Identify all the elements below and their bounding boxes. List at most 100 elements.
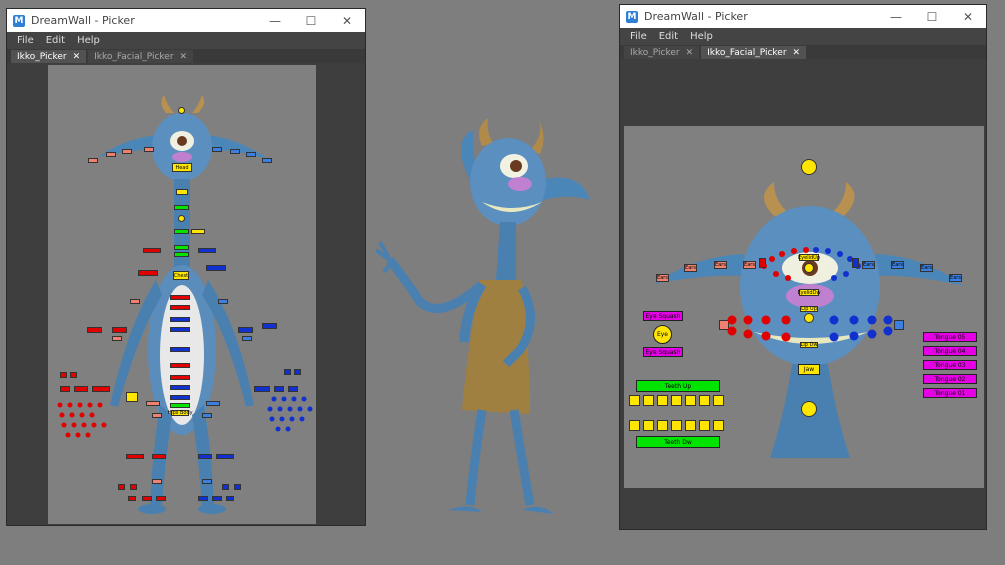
hand-r-d[interactable] xyxy=(274,386,284,392)
tooth-up-7[interactable] xyxy=(713,395,724,406)
elbow-r-fk[interactable] xyxy=(238,327,253,333)
shin-r[interactable] xyxy=(202,479,212,484)
head-control[interactable]: Head xyxy=(172,163,192,172)
hand-l-b[interactable] xyxy=(70,372,77,378)
chin-control[interactable] xyxy=(801,401,817,417)
tooth-dw-6[interactable] xyxy=(699,420,710,431)
ear-r-1[interactable] xyxy=(212,147,222,152)
toe-r-2[interactable] xyxy=(212,496,222,501)
tab-ikko-picker[interactable]: Ikko_Picker ✕ xyxy=(11,50,87,63)
tooth-dw-7[interactable] xyxy=(713,420,724,431)
close-icon[interactable]: ✕ xyxy=(329,9,365,32)
neck-mid-control[interactable] xyxy=(178,215,185,222)
menu-file[interactable]: File xyxy=(630,31,647,42)
maximize-icon[interactable]: ☐ xyxy=(293,9,329,32)
menu-edit[interactable]: Edit xyxy=(659,31,678,42)
toe-r-1[interactable] xyxy=(198,496,208,501)
tooth-dw-2[interactable] xyxy=(643,420,654,431)
eye-squash-top-button[interactable]: Eye Squash xyxy=(643,311,683,321)
finger-controls-right[interactable] xyxy=(262,395,322,435)
toe-l-2[interactable] xyxy=(142,496,152,501)
spine-control-9[interactable] xyxy=(170,395,190,400)
ear-l-2[interactable] xyxy=(106,152,116,157)
tooth-dw-3[interactable] xyxy=(657,420,668,431)
ear-button-l2[interactable]: Ears xyxy=(684,264,697,272)
ear-r-3[interactable] xyxy=(246,152,256,157)
neck-ik-control[interactable] xyxy=(174,229,189,234)
tongue-01-button[interactable]: Tongue 01 xyxy=(923,388,977,398)
knee-l[interactable] xyxy=(126,454,144,459)
body-picker-canvas[interactable]: Head Chest Hips Body xyxy=(48,65,316,524)
minimize-icon[interactable]: — xyxy=(878,5,914,28)
teeth-up-button[interactable]: Teeth Up xyxy=(636,380,720,392)
hand-r-b[interactable] xyxy=(294,369,301,375)
leg-l-1[interactable] xyxy=(152,413,162,418)
hand-r-e[interactable] xyxy=(288,386,298,392)
ear-l-1[interactable] xyxy=(88,158,98,163)
head-top-control[interactable] xyxy=(178,107,185,114)
cog-control[interactable] xyxy=(126,392,138,402)
tooth-up-4[interactable] xyxy=(671,395,682,406)
ear-button-r4[interactable]: Ears xyxy=(949,274,962,282)
shoulder-l[interactable] xyxy=(138,270,158,276)
ear-button-r2[interactable]: Ears xyxy=(891,261,904,269)
tab-close-icon[interactable]: ✕ xyxy=(686,48,694,58)
spine-control-7[interactable] xyxy=(170,375,190,380)
neck-fk-control[interactable] xyxy=(174,205,189,210)
eye-squash-bottom-button[interactable]: Eye Squash xyxy=(643,347,683,357)
finger-controls-left[interactable] xyxy=(56,401,116,441)
spine-control-2[interactable] xyxy=(170,305,190,310)
arm-l-1[interactable] xyxy=(130,299,140,304)
knee-r[interactable] xyxy=(198,454,212,459)
maximize-icon[interactable]: ☐ xyxy=(914,5,950,28)
menu-file[interactable]: File xyxy=(17,35,34,46)
facial-picker-canvas[interactable]: Ears Ears Ears Ears Ears Ears Ears Ears … xyxy=(624,126,984,488)
neck-control[interactable] xyxy=(176,189,188,195)
menu-help[interactable]: Help xyxy=(77,35,100,46)
hand-l-c[interactable] xyxy=(60,386,70,392)
tongue-02-button[interactable]: Tongue 02 xyxy=(923,374,977,384)
title-bar[interactable]: M DreamWall - Picker — ☐ ✕ xyxy=(7,9,365,32)
hips-ik-control[interactable] xyxy=(170,403,190,408)
spine-control-1[interactable] xyxy=(170,295,190,300)
elbow-l-fk[interactable] xyxy=(112,327,127,333)
head-top-control[interactable] xyxy=(801,159,817,175)
hips-body-control[interactable]: Hips Body xyxy=(167,410,193,416)
tab-ikko-facial-picker[interactable]: Ikko_Facial_Picker ✕ xyxy=(701,46,807,59)
hand-l-a[interactable] xyxy=(60,372,67,378)
ear-button-l3[interactable]: Ears xyxy=(714,261,727,269)
eyelid-dw-control[interactable]: EyelidDw xyxy=(797,289,821,296)
spine-control-6[interactable] xyxy=(170,363,190,368)
eye-corner-left-control[interactable] xyxy=(759,258,766,268)
knee-r-2[interactable] xyxy=(216,454,234,459)
hand-l-e[interactable] xyxy=(92,386,110,392)
jaw-control[interactable]: Jaw xyxy=(798,364,820,375)
clavicle-l[interactable] xyxy=(143,248,161,253)
tab-close-icon[interactable]: ✕ xyxy=(73,52,81,62)
chest-control[interactable]: Chest xyxy=(173,271,189,280)
neck-base-control-2[interactable] xyxy=(174,252,189,257)
tab-ikko-facial-picker[interactable]: Ikko_Facial_Picker ✕ xyxy=(88,50,194,63)
shoulder-r[interactable] xyxy=(206,265,226,271)
tooth-up-6[interactable] xyxy=(699,395,710,406)
tooth-dw-4[interactable] xyxy=(671,420,682,431)
hand-r-a[interactable] xyxy=(284,369,291,375)
forearm-l[interactable] xyxy=(112,336,122,341)
ear-button-r3[interactable]: Ears xyxy=(920,264,933,272)
neck-base-control[interactable] xyxy=(174,245,189,250)
foot-r-b[interactable] xyxy=(234,484,241,490)
tooth-up-1[interactable] xyxy=(629,395,640,406)
leg-r-1[interactable] xyxy=(202,413,212,418)
eye-button[interactable]: Eye xyxy=(653,325,672,344)
minimize-icon[interactable]: — xyxy=(257,9,293,32)
neck-ik-switch-control[interactable] xyxy=(191,229,205,234)
eyeball-control[interactable] xyxy=(804,263,814,273)
ear-l-4[interactable] xyxy=(144,147,154,152)
tooth-dw-1[interactable] xyxy=(629,420,640,431)
spine-control-3[interactable] xyxy=(170,317,190,322)
tooth-dw-5[interactable] xyxy=(685,420,696,431)
toe-l-1[interactable] xyxy=(128,496,136,501)
foot-l-b[interactable] xyxy=(130,484,137,490)
ear-button-l1[interactable]: Ears xyxy=(656,274,669,282)
spine-control-8[interactable] xyxy=(170,385,190,390)
